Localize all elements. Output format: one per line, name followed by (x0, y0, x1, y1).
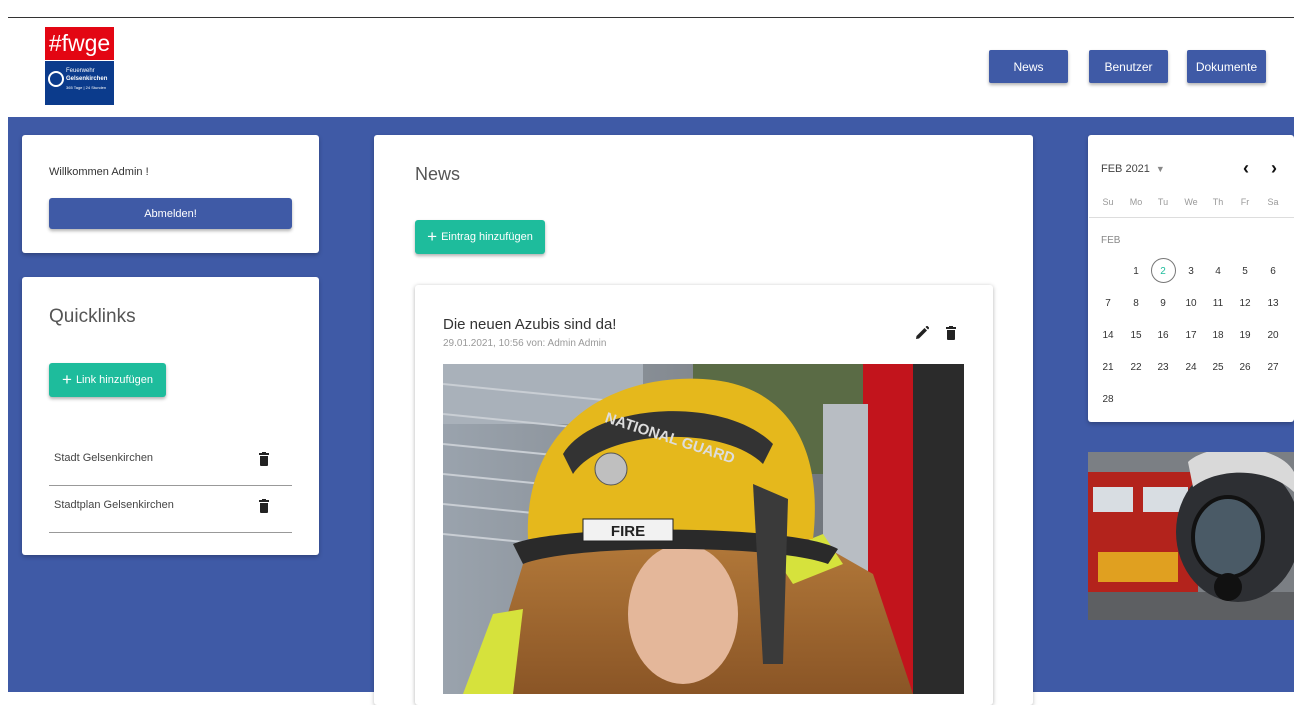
weekday-label: Fr (1240, 197, 1250, 207)
weekday-label: Sa (1267, 197, 1279, 207)
weekday-label: Tu (1157, 197, 1169, 207)
calendar-day[interactable]: 5 (1235, 266, 1255, 277)
calendar-day[interactable]: 28 (1098, 394, 1118, 405)
fire-badge-text: FIRE (611, 523, 645, 540)
weekday-label: Mo (1129, 197, 1143, 207)
quicklink-item[interactable]: Stadt Gelsenkirchen (49, 452, 292, 486)
calendar-day[interactable]: 7 (1098, 298, 1118, 309)
add-link-label: Link hinzufügen (75, 374, 153, 386)
calendar-day[interactable]: 27 (1263, 362, 1283, 373)
add-entry-button[interactable]: + Eintrag hinzufügen (415, 220, 545, 254)
calendar-day[interactable]: 1 (1126, 266, 1146, 277)
calendar-day[interactable]: 26 (1235, 362, 1255, 373)
calendar-day[interactable]: 13 (1263, 298, 1283, 309)
add-link-button[interactable]: + Link hinzufügen (49, 363, 166, 397)
post-meta: 29.01.2021, 10:56 von: Admin Admin (443, 338, 607, 349)
calendar-day[interactable]: 4 (1208, 266, 1228, 277)
quicklink-label: Stadt Gelsenkirchen (54, 452, 154, 464)
dropdown-caret-icon: ▼ (1155, 164, 1165, 174)
calendar-day[interactable]: 18 (1208, 330, 1228, 341)
calendar-day[interactable]: 8 (1126, 298, 1146, 309)
calendar-divider (1089, 217, 1294, 218)
nav-news-button[interactable]: News (989, 50, 1068, 83)
calendar-day[interactable]: 25 (1208, 362, 1228, 373)
calendar-card (1088, 135, 1294, 422)
weekday-label: Th (1212, 197, 1224, 207)
nav-users-button[interactable]: Benutzer (1089, 50, 1168, 83)
edit-pencil-icon[interactable] (915, 326, 929, 340)
calendar-day[interactable]: 19 (1235, 330, 1255, 341)
logo-line3: 365 Tage | 24 Stunden (66, 85, 107, 90)
calendar-day[interactable]: 6 (1263, 266, 1283, 277)
logout-button[interactable]: Abmelden! (49, 198, 292, 229)
calendar-day[interactable]: 21 (1098, 362, 1118, 373)
calendar-next-icon[interactable]: › (1271, 158, 1277, 179)
calendar-day[interactable]: 14 (1098, 330, 1118, 341)
welcome-card (22, 135, 319, 253)
calendar-day[interactable]: 23 (1153, 362, 1173, 373)
side-image (1088, 452, 1294, 620)
calendar-day[interactable]: 9 (1153, 298, 1173, 309)
calendar-month-label: FEB 2021 (1101, 163, 1150, 175)
plus-icon: + (62, 370, 72, 389)
welcome-text: Willkommen Admin ! (49, 166, 149, 178)
calendar-day[interactable]: 11 (1208, 298, 1228, 309)
calendar-prev-icon[interactable]: ‹ (1243, 158, 1249, 179)
plus-icon: + (427, 227, 438, 246)
trash-icon[interactable] (259, 499, 269, 513)
nav-documents-button[interactable]: Dokumente (1187, 50, 1266, 83)
quicklink-item[interactable]: Stadtplan Gelsenkirchen (49, 499, 292, 533)
calendar-day[interactable]: 20 (1263, 330, 1283, 341)
logo-line1: Feuerwehr (66, 68, 95, 74)
news-title: News (415, 164, 461, 184)
calendar-month-short: FEB (1101, 235, 1121, 246)
weekday-label: Su (1102, 197, 1114, 207)
logo-hashtag: #fwge (45, 27, 114, 60)
calendar-day[interactable]: 16 (1153, 330, 1173, 341)
quicklinks-title: Quicklinks (49, 306, 136, 327)
delete-post-trash-icon[interactable] (946, 326, 956, 340)
calendar-day[interactable]: 24 (1181, 362, 1201, 373)
logo-line2: Gelsenkirchen (66, 76, 108, 82)
trash-icon[interactable] (259, 452, 269, 466)
calendar-day[interactable]: 12 (1235, 298, 1255, 309)
calendar-day[interactable]: 10 (1181, 298, 1201, 309)
calendar-day[interactable]: 2 (1153, 266, 1173, 277)
logo-emblem-icon (48, 71, 64, 87)
weekday-label: We (1184, 197, 1198, 207)
calendar-day[interactable]: 22 (1126, 362, 1146, 373)
post-title: Die neuen Azubis sind da! (443, 316, 617, 333)
calendar-day[interactable]: 15 (1126, 330, 1146, 341)
calendar-day[interactable]: 17 (1181, 330, 1201, 341)
quicklink-label: Stadtplan Gelsenkirchen (54, 499, 174, 511)
calendar-day[interactable]: 3 (1181, 266, 1201, 277)
add-entry-label: Eintrag hinzufügen (441, 231, 533, 243)
calendar-month-select[interactable]: FEB 2021 ▼ (1101, 163, 1165, 175)
post-image: NATIONAL GUARD FIRE (443, 364, 964, 694)
logo-feuerwehr: Feuerwehr Gelsenkirchen 365 Tage | 24 St… (45, 61, 114, 105)
